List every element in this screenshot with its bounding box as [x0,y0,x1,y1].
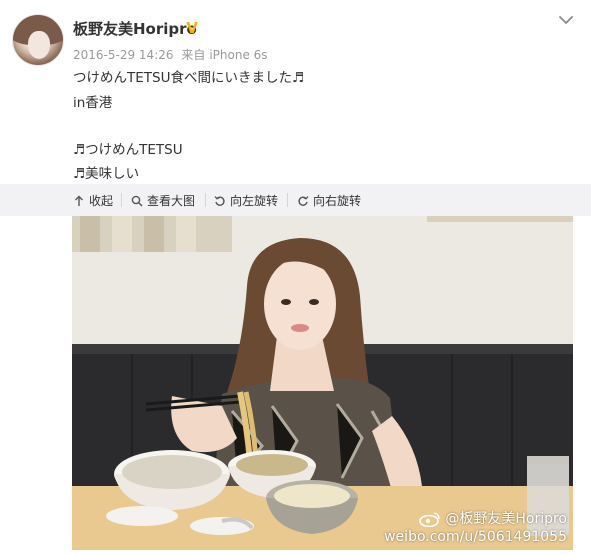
post-date[interactable]: 2016-5-29 14:26 [73,48,174,62]
avatar-face [28,31,50,59]
view-large-label: 查看大图 [147,194,196,208]
search-icon [131,195,143,207]
rotate-right-label: 向右旋转 [313,194,362,208]
arrow-up-icon [73,195,85,207]
toolbar-divider [121,193,122,207]
toolbar-divider [205,193,206,207]
chevron-down-icon [559,16,573,24]
rotate-left-label: 向左旋转 [230,194,279,208]
more-menu-button[interactable] [556,12,576,28]
weibo-logo-icon [419,512,441,527]
collapse-label: 收起 [89,194,114,208]
post-photo[interactable]: @板野友美Horipro weibo.com/u/5061491055 [72,216,573,550]
post-hashtag-2[interactable]: ♬美味しい [73,162,139,182]
avatar[interactable] [12,14,64,66]
toolbar-divider [287,193,288,207]
view-large-button[interactable]: 查看大图 [131,192,195,209]
rotate-left-icon [214,195,226,207]
photo-watermark: @板野友美Horipro weibo.com/u/5061491055 [384,510,567,546]
post-source[interactable]: iPhone 6s [209,48,267,62]
post-text-line-2: in香港 [73,95,113,111]
rotate-right-button[interactable]: 向右旋转 [297,192,361,209]
collapse-button[interactable]: 收起 [73,192,113,209]
weibo-post: 板野友美Horipro V 2016-5-29 14:26 来自 iPhone 6… [0,0,591,556]
watermark-handle: @板野友美Horipro [445,511,567,527]
post-meta: 2016-5-29 14:26 来自 iPhone 6s [73,46,272,63]
photo-scene [72,216,573,550]
rotate-left-button[interactable]: 向左旋转 [214,192,278,209]
verified-badge-icon: V [186,19,198,37]
watermark-handle-row: @板野友美Horipro [384,510,567,528]
watermark-url: weibo.com/u/5061491055 [384,529,567,545]
rotate-right-icon [297,195,309,207]
photo-person-face [264,258,336,350]
source-prefix: 来自 [181,48,206,62]
post-text-line-1: つけめんTETSU食べ間にいきました♬ [73,70,305,86]
username[interactable]: 板野友美Horipro [73,18,197,39]
post-hashtag-1[interactable]: ♬つけめんTETSU [73,138,183,158]
